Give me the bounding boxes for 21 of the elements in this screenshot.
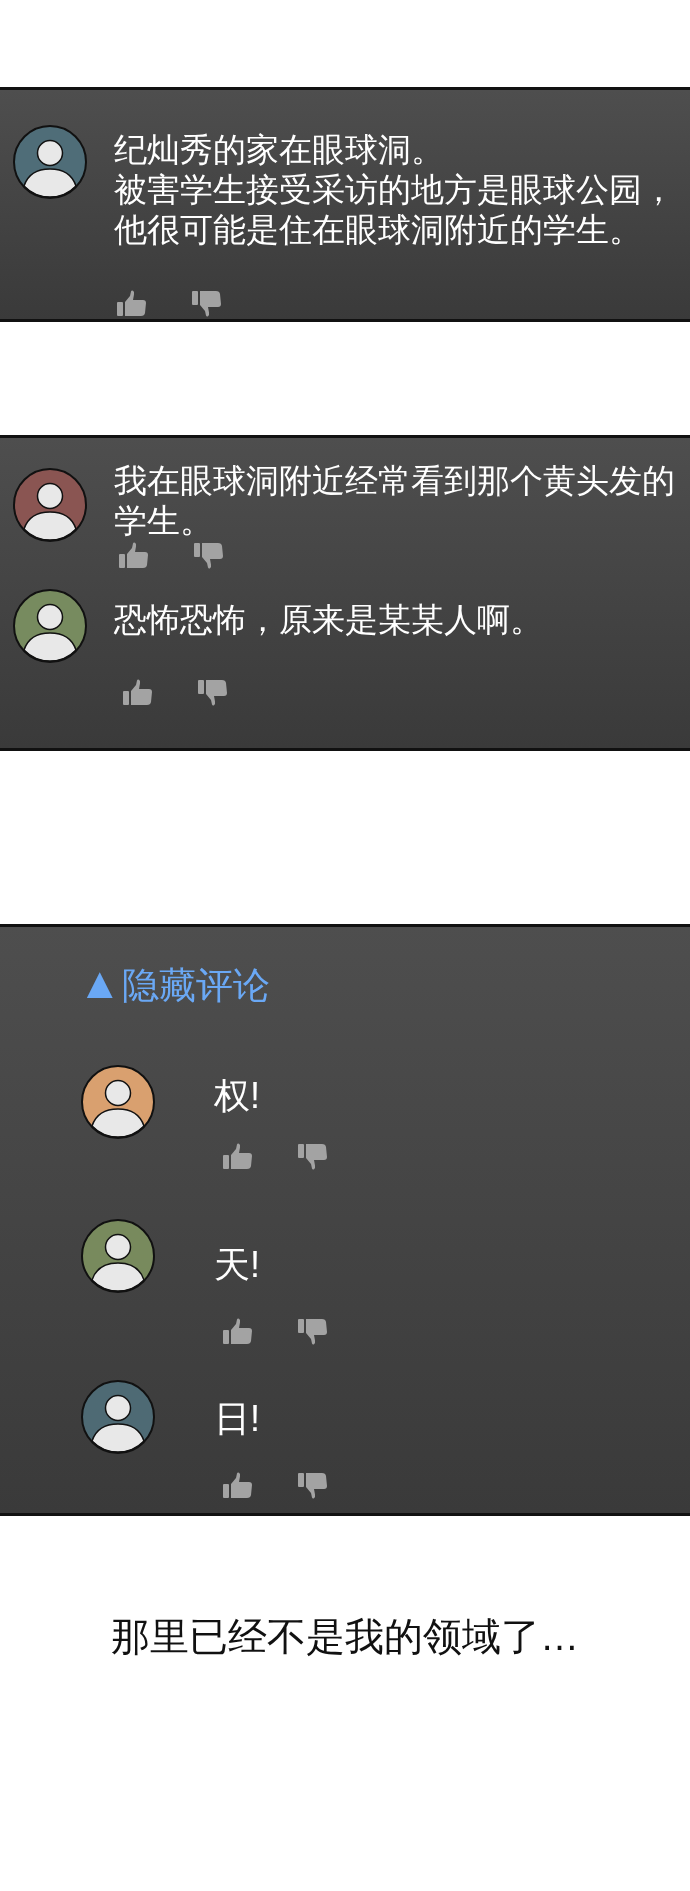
thumbs-up-icon[interactable] (117, 290, 146, 317)
thumbs-down-icon[interactable] (192, 290, 221, 317)
thumbs-down-icon[interactable] (298, 1318, 327, 1345)
comment-text: 纪灿秀的家在眼球洞。 (114, 130, 445, 170)
thumbs-down-icon[interactable] (194, 542, 223, 569)
thumbs-down-icon[interactable] (198, 679, 227, 706)
caption-text: 那里已经不是我的领域了… (110, 1614, 580, 1660)
comment-text: 天! (214, 1243, 261, 1287)
comment-text: 权! (214, 1074, 261, 1118)
thumbs-up-icon[interactable] (123, 679, 152, 706)
thumbs-up-icon[interactable] (119, 542, 148, 569)
comment-text: 日! (214, 1397, 261, 1441)
thumbs-up-icon[interactable] (223, 1472, 252, 1499)
thumbs-down-icon[interactable] (298, 1143, 327, 1170)
comment-text: 我在眼球洞附近经常看到那个黄头发的学生。 (114, 461, 676, 541)
comment-text: 被害学生接受采访的地方是眼球公园，他很可能是住在眼球洞附近的学生。 (114, 170, 676, 250)
thumbs-down-icon[interactable] (298, 1472, 327, 1499)
thumbs-up-icon[interactable] (223, 1318, 252, 1345)
thumbs-up-icon[interactable] (223, 1143, 252, 1170)
hide-comments-toggle[interactable]: ▲隐藏评论 (78, 961, 270, 1008)
comment-text: 恐怖恐怖，原来是某某人啊。 (114, 600, 544, 640)
